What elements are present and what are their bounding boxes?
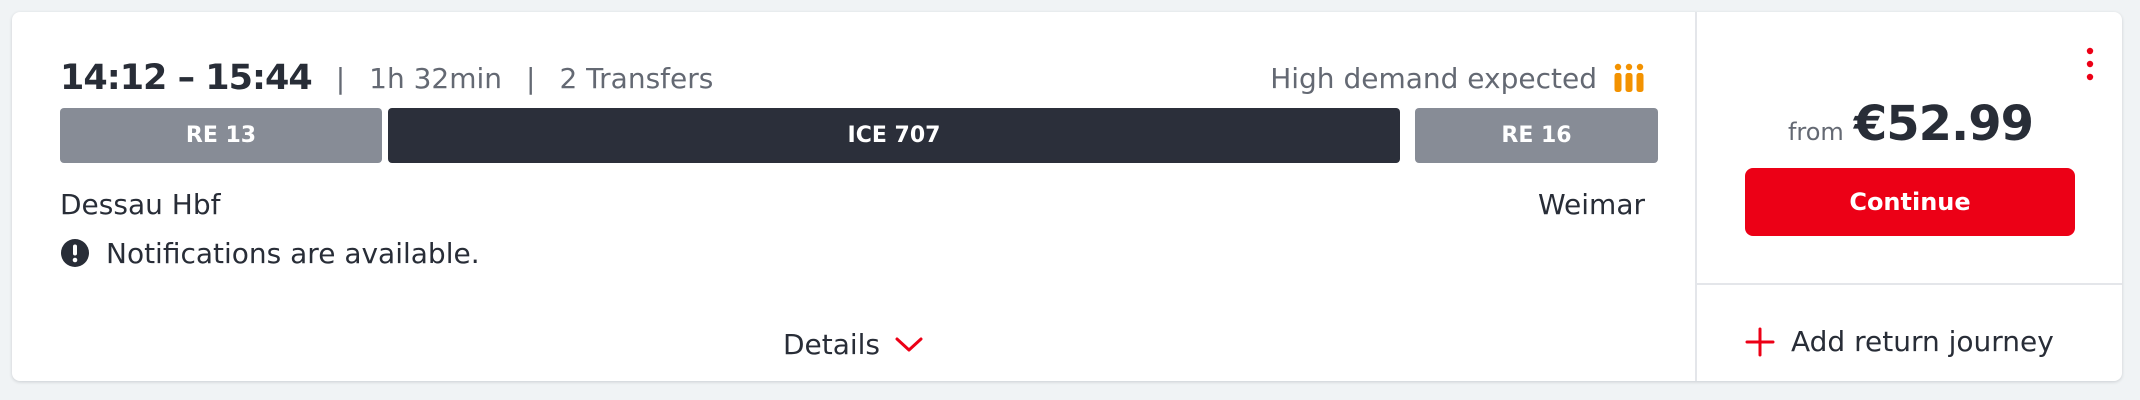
separator: | xyxy=(335,61,346,95)
add-return-journey-button[interactable]: Add return journey xyxy=(1745,325,2054,358)
journey-card: 14:12 – 15:44 | 1h 32min | 2 Transfers H… xyxy=(12,12,2122,381)
details-label: Details xyxy=(782,328,881,361)
price-prefix: from xyxy=(1787,118,1844,146)
price-amount: €52.99 xyxy=(1853,96,2034,152)
kebab-menu-icon[interactable] xyxy=(2084,46,2096,86)
journey-main: 14:12 – 15:44 | 1h 32min | 2 Transfers H… xyxy=(12,12,1695,381)
notification-text: Notifications are available. xyxy=(106,236,480,270)
destination-station: Weimar xyxy=(1538,188,1645,221)
duration: 1h 32min xyxy=(369,61,503,95)
offer-panel: from €52.99 Continue Add return journey xyxy=(1695,12,2122,381)
route-segments: RE 13 ICE 707 RE 16 xyxy=(60,108,1658,163)
price: from €52.99 xyxy=(1697,96,2122,152)
journey-summary: 14:12 – 15:44 | 1h 32min | 2 Transfers xyxy=(60,56,713,100)
segment-re-13: RE 13 xyxy=(60,108,382,163)
details-toggle[interactable]: Details xyxy=(12,328,1695,361)
origin-station: Dessau Hbf xyxy=(60,188,221,221)
chevron-down-icon xyxy=(895,337,923,351)
occupancy-icon xyxy=(1614,63,1644,92)
add-return-label: Add return journey xyxy=(1791,325,2054,358)
plus-icon xyxy=(1745,327,1775,356)
separator: | xyxy=(526,61,536,95)
segment-ice-707: ICE 707 xyxy=(388,108,1400,163)
time-range: 14:12 – 15:44 xyxy=(60,58,313,98)
divider xyxy=(1697,283,2122,285)
notification-notice: Notifications are available. xyxy=(60,234,480,272)
exclamation-circle-icon xyxy=(61,239,89,267)
transfers: 2 Transfers xyxy=(559,61,714,95)
segment-re-16: RE 16 xyxy=(1415,108,1658,163)
demand-label: High demand expected xyxy=(1270,61,1597,95)
continue-button[interactable]: Continue xyxy=(1745,168,2075,236)
demand-indicator: High demand expected xyxy=(1270,56,1645,100)
